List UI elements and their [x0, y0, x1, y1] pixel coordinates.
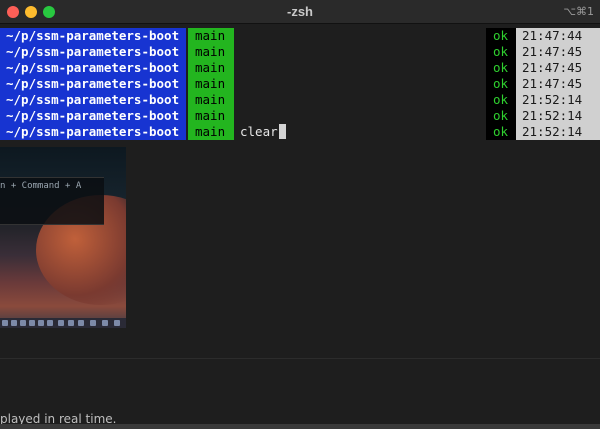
dock-app-icon [47, 320, 53, 326]
prompt-branch: main [188, 124, 234, 140]
prompt-line: ~/p/ssm-parameters-boot main ok 21:52:14 [0, 108, 600, 124]
prompt-branch: main [188, 28, 234, 44]
prompt-path: ~/p/ssm-parameters-boot [0, 92, 186, 108]
exit-status: ok [486, 44, 516, 60]
dock-app-icon [38, 320, 44, 326]
command-text: clear [240, 124, 278, 139]
prompt-path: ~/p/ssm-parameters-boot [0, 124, 186, 140]
prompt-path: ~/p/ssm-parameters-boot [0, 108, 186, 124]
background-screenshot-fragment: n + Command + A [0, 147, 126, 328]
prompt-time: 21:47:45 [516, 76, 600, 92]
prompt-branch: main [188, 108, 234, 124]
prompt-time: 21:47:45 [516, 44, 600, 60]
prompt-branch: main [188, 76, 234, 92]
dock-app-icon [11, 320, 17, 326]
prompt-line: ~/p/ssm-parameters-boot main ok 21:47:44 [0, 28, 600, 44]
window-title: -zsh [287, 4, 313, 19]
prompt-line: ~/p/ssm-parameters-boot main ok 21:47:45 [0, 76, 600, 92]
divider [0, 358, 600, 359]
shortcut-hint-text: n + Command + A [0, 181, 82, 191]
bottom-edge [0, 424, 600, 429]
exit-status: ok [486, 108, 516, 124]
prompt-branch: main [188, 60, 234, 76]
prompt-line: ~/p/ssm-parameters-boot main ok 21:52:14 [0, 92, 600, 108]
window-shortcut-label: ⌥⌘1 [563, 5, 594, 18]
prompt-line-active: ~/p/ssm-parameters-boot main clear ok 21… [0, 124, 600, 140]
prompt-time: 21:52:14 [516, 124, 600, 140]
prompt-time: 21:52:14 [516, 92, 600, 108]
prompt-path: ~/p/ssm-parameters-boot [0, 60, 186, 76]
prompt-time: 21:47:45 [516, 60, 600, 76]
dock-app-icon [29, 320, 35, 326]
exit-status: ok [486, 124, 516, 140]
dock-app-icon [102, 320, 108, 326]
prompt-path: ~/p/ssm-parameters-boot [0, 28, 186, 44]
dock-app-icon [78, 320, 84, 326]
prompt-time: 21:47:44 [516, 28, 600, 44]
exit-status: ok [486, 60, 516, 76]
exit-status: ok [486, 28, 516, 44]
title-bar: -zsh ⌥⌘1 [0, 0, 600, 24]
exit-status: ok [486, 92, 516, 108]
exit-status: ok [486, 76, 516, 92]
prompt-path: ~/p/ssm-parameters-boot [0, 44, 186, 60]
prompt-line: ~/p/ssm-parameters-boot main ok 21:47:45 [0, 44, 600, 60]
prompt-branch: main [188, 44, 234, 60]
dock-app-icon [2, 320, 8, 326]
dock-app-icon [114, 320, 120, 326]
dock-app-icon [58, 320, 64, 326]
text-cursor [278, 124, 286, 139]
command-input[interactable]: clear [240, 124, 286, 140]
dock-app-icon [90, 320, 96, 326]
prompt-path: ~/p/ssm-parameters-boot [0, 76, 186, 92]
dock-app-icon [20, 320, 26, 326]
dock-app-icon [68, 320, 74, 326]
prompt-line: ~/p/ssm-parameters-boot main ok 21:47:45 [0, 60, 600, 76]
dock-bar [0, 318, 126, 328]
prompt-branch: main [188, 92, 234, 108]
prompt-time: 21:52:14 [516, 108, 600, 124]
